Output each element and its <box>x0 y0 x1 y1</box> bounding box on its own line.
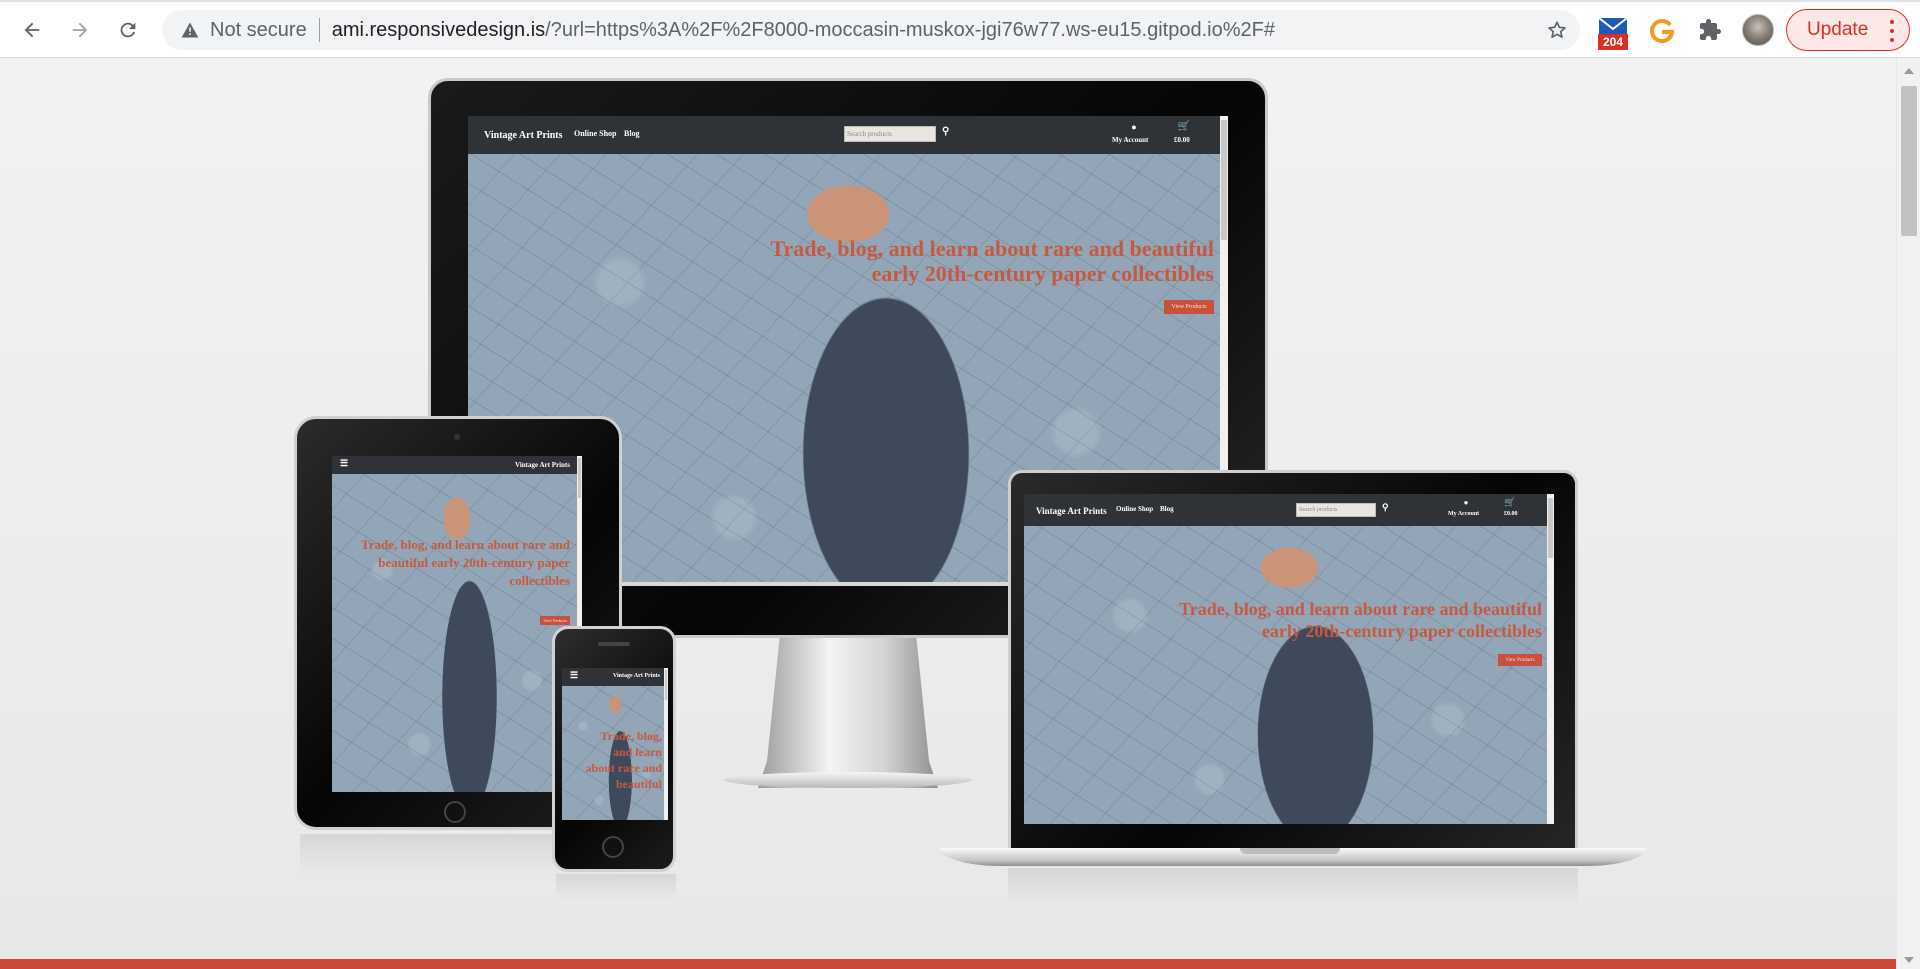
tablet-hero-section: Trade, blog, and learn about rare and be… <box>332 474 582 792</box>
extensions-button[interactable] <box>1694 14 1726 46</box>
phone-hamburger-icon[interactable]: ☰ <box>570 670 578 681</box>
phone-hero-section: Trade, blog, and learn about rare and be… <box>562 686 668 820</box>
laptop-cart-total[interactable]: £0.00 <box>1504 511 1518 517</box>
url-path: /?url=https%3A%2F%2F8000-moccasin-muskox… <box>545 18 1275 41</box>
mail-badge-count: 204 <box>1598 34 1628 50</box>
avatar[interactable] <box>1742 14 1774 46</box>
laptop-user-icon: ● <box>1463 498 1469 507</box>
phone-home-button[interactable] <box>602 836 624 858</box>
back-button[interactable] <box>14 12 50 48</box>
phone-site-navbar: ☰ Vintage Art Prints <box>562 668 668 686</box>
my-account-link[interactable]: My Account <box>1112 136 1148 144</box>
more-icon[interactable] <box>1889 20 1895 42</box>
cart-total[interactable]: £0.00 <box>1174 136 1190 144</box>
laptop-search-input[interactable]: Search products <box>1296 503 1376 517</box>
phone-reflection <box>556 874 676 900</box>
laptop-view-products-button[interactable]: View Products <box>1498 654 1542 666</box>
laptop-site-scrollbar[interactable] <box>1547 494 1554 824</box>
laptop-cart-icon: 🛒 <box>1504 497 1516 507</box>
tablet-view-products-button[interactable]: View Products <box>540 616 570 625</box>
phone-screen: ☰ Vintage Art Prints Trade, blog, and le… <box>562 668 668 820</box>
phone-speaker <box>598 642 630 646</box>
laptop-nav-blog[interactable]: Blog <box>1160 505 1174 513</box>
page-viewport: Vintage Art Prints Online Shop Blog Sear… <box>0 58 1896 969</box>
nav-blog[interactable]: Blog <box>624 129 640 138</box>
laptop-hero-headline: Trade, blog, and learn about rare and be… <box>1179 599 1542 641</box>
page-scrollbar[interactable] <box>1896 58 1920 969</box>
tablet-hero-headline: Trade, blog, and learn about rare and be… <box>361 537 570 588</box>
browser-toolbar: Not secure ami.responsivedesign.is/?url=… <box>0 0 1920 58</box>
back-icon <box>24 22 40 38</box>
monitor-stand-base <box>724 772 972 788</box>
phone-site-brand[interactable]: Vintage Art Prints <box>613 673 660 679</box>
laptop-notch <box>1240 848 1340 854</box>
cart-icon: 🛒 <box>1177 121 1191 132</box>
forward-icon <box>72 22 88 38</box>
update-button[interactable]: Update <box>1786 9 1910 51</box>
site-search-input[interactable]: Search products <box>844 126 936 142</box>
laptop-my-account-link[interactable]: My Account <box>1448 511 1479 517</box>
g-extension-icon <box>1650 19 1675 44</box>
phone-mockup: ☰ Vintage Art Prints Trade, blog, and le… <box>552 626 678 900</box>
reload-icon <box>120 22 136 38</box>
puzzle-icon <box>1700 19 1721 40</box>
view-products-button[interactable]: View Products <box>1164 300 1214 314</box>
tablet-site-brand[interactable]: Vintage Art Prints <box>515 461 570 469</box>
laptop-site-navbar: Vintage Art Prints Online Shop Blog Sear… <box>1024 494 1554 526</box>
address-bar[interactable]: Not secure ami.responsivedesign.is/?url=… <box>162 10 1580 50</box>
scroll-down-arrow[interactable] <box>1904 957 1914 963</box>
laptop-nav-online-shop[interactable]: Online Shop <box>1116 505 1153 513</box>
laptop-site-brand[interactable]: Vintage Art Prints <box>1036 506 1107 516</box>
tab-strip-edge <box>0 0 1920 2</box>
tablet-camera <box>454 434 460 440</box>
laptop-screen: Vintage Art Prints Online Shop Blog Sear… <box>1024 494 1554 824</box>
reload-button[interactable] <box>110 12 146 48</box>
star-icon[interactable] <box>1546 19 1568 41</box>
update-label: Update <box>1807 19 1869 40</box>
url-text[interactable]: ami.responsivedesign.is/?url=https%3A%2F… <box>332 19 1275 42</box>
forward-button[interactable] <box>62 12 98 48</box>
laptop-mockup: Vintage Art Prints Online Shop Blog Sear… <box>938 470 1646 908</box>
tablet-hamburger-icon[interactable]: ☰ <box>340 458 348 469</box>
url-host: ami.responsivedesign.is <box>331 18 546 41</box>
hero-headline: Trade, blog, and learn about rare and be… <box>770 236 1214 286</box>
site-brand[interactable]: Vintage Art Prints <box>484 130 563 141</box>
nav-online-shop[interactable]: Online Shop <box>574 129 616 138</box>
security-status[interactable]: Not secure <box>210 19 307 42</box>
phone-site-scrollbar[interactable] <box>664 668 668 820</box>
phone-hero-headline: Trade, blog, and learn about rare and be… <box>585 729 662 791</box>
tablet-screen: ☰ Vintage Art Prints Trade, blog, and le… <box>332 456 582 792</box>
laptop-search-icon[interactable]: ⚲ <box>1382 502 1389 513</box>
scroll-up-arrow[interactable] <box>1904 68 1914 74</box>
omnibox-divider <box>318 18 320 42</box>
search-icon[interactable]: ⚲ <box>942 126 949 137</box>
site-navbar: Vintage Art Prints Online Shop Blog Sear… <box>468 116 1228 154</box>
warning-icon <box>181 22 199 38</box>
laptop-hero-section: Trade, blog, and learn about rare and be… <box>1024 526 1554 824</box>
user-icon: ● <box>1131 122 1137 132</box>
scroll-thumb[interactable] <box>1901 86 1917 236</box>
monitor-stand <box>758 638 938 788</box>
laptop-reflection <box>1008 868 1578 908</box>
g-extension-button[interactable] <box>1646 14 1678 46</box>
tablet-home-button[interactable] <box>444 801 466 823</box>
page-footer-bar <box>0 959 1896 969</box>
tablet-site-navbar: ☰ Vintage Art Prints <box>332 456 582 474</box>
